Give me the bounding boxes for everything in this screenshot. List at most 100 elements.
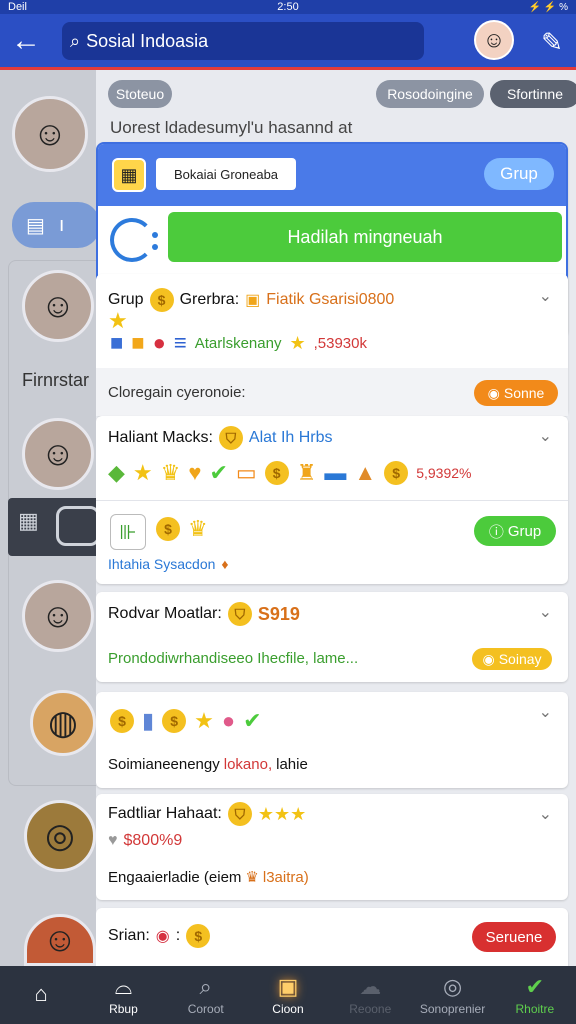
- chart-icon: ⊪: [110, 514, 146, 550]
- check-circle-icon: ✔: [243, 708, 262, 733]
- contact-avatar-5[interactable]: ◎: [24, 800, 96, 872]
- shield-icon: ⛉: [218, 426, 243, 450]
- trophy-icon: ♜: [296, 460, 317, 485]
- nav-bag[interactable]: ▣ Cioon: [247, 966, 329, 1024]
- row-title-text: Haliant Macks:: [108, 429, 213, 446]
- camera-icon: [56, 506, 100, 546]
- row-title-text: Grup: [108, 291, 144, 308]
- chevron-down-icon[interactable]: ⌄: [539, 286, 552, 306]
- nav-check[interactable]: ✔ Rhoitre: [494, 966, 576, 1024]
- edit-button[interactable]: ✎: [534, 24, 570, 60]
- bottom-nav: ⌂ ⌓ Rbup ⌕ Coroot ▣ Cioon ☁ Reoone ◎ Son…: [0, 966, 576, 1024]
- user-avatar[interactable]: ☺: [12, 96, 88, 172]
- person-icon: ☺: [42, 920, 78, 959]
- row-title-text: Fadtliar Hahaat:: [108, 805, 222, 822]
- nav-compass[interactable]: ◎ Sonoprenier: [411, 966, 493, 1024]
- coin-icon: $: [186, 924, 211, 948]
- soinay-button[interactable]: ◉ Soinay: [472, 648, 552, 670]
- row-text-main: Soimianeenengy: [108, 756, 220, 773]
- candy-icon: ●: [221, 708, 236, 733]
- gift-row: ■ ■ ● ≡ Atarlskenany ★ ,53930k: [110, 330, 367, 356]
- chevron-down-icon[interactable]: ⌄: [539, 426, 552, 446]
- list-card: Rodvar Moatlar: ⛉ S919 ⌄ Prondodiwrhandi…: [96, 592, 568, 682]
- person-icon: ☺: [40, 434, 76, 473]
- nav-label: Reoone: [349, 1002, 392, 1016]
- person-icon: ☺: [32, 114, 68, 153]
- cloud-icon: ☁: [359, 974, 382, 999]
- coin-icon: ◉: [487, 384, 500, 401]
- chevron-down-icon[interactable]: ⌄: [539, 804, 552, 824]
- nav-shop[interactable]: ⌓ Rbup: [82, 966, 164, 1024]
- bottle-icon: ▮: [142, 708, 155, 733]
- star-icon: ★: [132, 460, 153, 485]
- profile-avatar[interactable]: ☺: [474, 20, 514, 60]
- stack-icon: ≡: [173, 330, 187, 355]
- nav-search[interactable]: ⌕ Coroot: [165, 966, 247, 1024]
- basket-icon: ◍: [48, 704, 78, 742]
- chevron-down-icon[interactable]: ⌄: [539, 702, 552, 722]
- nav-home[interactable]: ⌂: [0, 966, 82, 1024]
- row-text-end: lahie: [276, 756, 308, 773]
- sonne-button[interactable]: ◉ Sonne: [474, 380, 558, 406]
- chevron-down-icon[interactable]: ⌄: [539, 602, 552, 622]
- shield-icon: ⛉: [227, 602, 252, 626]
- hadilah-button[interactable]: Hadilah mingneuah: [168, 212, 562, 262]
- grup-button[interactable]: Grup: [484, 158, 554, 190]
- back-button[interactable]: ←: [4, 19, 48, 63]
- badge-icon: ◉: [155, 928, 170, 945]
- row-text: Soimianeenengy lokano, lahie: [108, 756, 308, 773]
- contact-avatar-1[interactable]: ☺: [22, 270, 94, 342]
- chip-right-1[interactable]: Rosodoingine: [376, 80, 484, 108]
- promo-text: Fiatik Gsarisi0800: [266, 291, 395, 308]
- divider: [96, 500, 568, 501]
- check-icon: ✔: [525, 974, 545, 999]
- heart-icon: ♥: [108, 832, 118, 849]
- search-field[interactable]: ⌕ Sosial Indoasia: [62, 22, 424, 60]
- shield-icon: ⛉: [227, 802, 252, 826]
- contact-avatar-2[interactable]: ☺: [22, 418, 94, 490]
- row-title: Haliant Macks: ⛉ Alat Ih Hrbs: [108, 426, 333, 450]
- seruene-button[interactable]: Seruene: [472, 922, 556, 952]
- row-text-orange: l3aitra): [262, 868, 309, 886]
- side-selected-item[interactable]: ▦: [8, 498, 100, 556]
- list-card: Srian: ◉ : $ Seruene: [96, 908, 568, 966]
- chip-left[interactable]: Stoteuo: [108, 80, 172, 108]
- row-text: Engaaierladie (eiem ♛ l3aitra): [108, 868, 309, 887]
- page-subtitle: Uorest ldadesumyl'u hasannd at: [110, 118, 353, 137]
- search-icon: ⌕: [199, 974, 212, 999]
- chip-right-2[interactable]: Sfortinne: [490, 80, 576, 108]
- coin-icon: $: [110, 709, 134, 733]
- coin-icon: $: [156, 517, 180, 541]
- info-icon: ı: [58, 213, 65, 236]
- row-link[interactable]: Alat Ih Hrbs: [249, 429, 333, 447]
- sub-link[interactable]: Ihtahia Sysacdon: [108, 556, 215, 572]
- coin-icon: $: [384, 461, 409, 485]
- trophy-icon: ▣: [245, 292, 261, 309]
- coin-icon: $: [162, 709, 187, 733]
- reward-row: $ ▮ $ ★ ● ✔: [110, 708, 262, 734]
- grape-icon: ◆: [108, 460, 125, 485]
- grid-icon: ▦: [18, 508, 39, 533]
- star-icon: ★: [289, 332, 306, 353]
- grup-join-button[interactable]: ⓘ Grup: [474, 516, 556, 546]
- contact-avatar-6[interactable]: ☺: [24, 914, 96, 966]
- compass-icon: ◎: [442, 974, 463, 999]
- gift-icon: ■: [110, 330, 124, 355]
- star-icon: ★★★: [257, 803, 307, 824]
- contact-avatar-3[interactable]: ☺: [22, 580, 94, 652]
- row-value-line: ♥ $800%9: [108, 832, 182, 850]
- row-title-text: Rodvar Moatlar:: [108, 605, 222, 622]
- row-text-main: Engaaierladie (eiem: [108, 868, 242, 886]
- nav-label: Rhoitre: [515, 1002, 555, 1016]
- nav-cloud[interactable]: ☁ Reoone: [329, 966, 411, 1024]
- row-title: Fadtliar Hahaat: ⛉ ★★★: [108, 802, 306, 826]
- side-tabs[interactable]: ▤ ı: [12, 202, 100, 248]
- badge-icon: ●: [152, 330, 166, 355]
- clock: 2:50: [277, 1, 299, 13]
- search-text: Sosial Indoasia: [86, 30, 209, 51]
- side-list: ☺ ▤ ı ☺ Firnrstar ☺ ▦ ☺ ◍ ◎ ☺: [0, 70, 100, 966]
- contact-avatar-4[interactable]: ◍: [30, 690, 96, 756]
- row-value: S919: [257, 603, 300, 624]
- row-value: $800%9: [123, 832, 183, 849]
- coins-row: $ ♛: [156, 516, 208, 542]
